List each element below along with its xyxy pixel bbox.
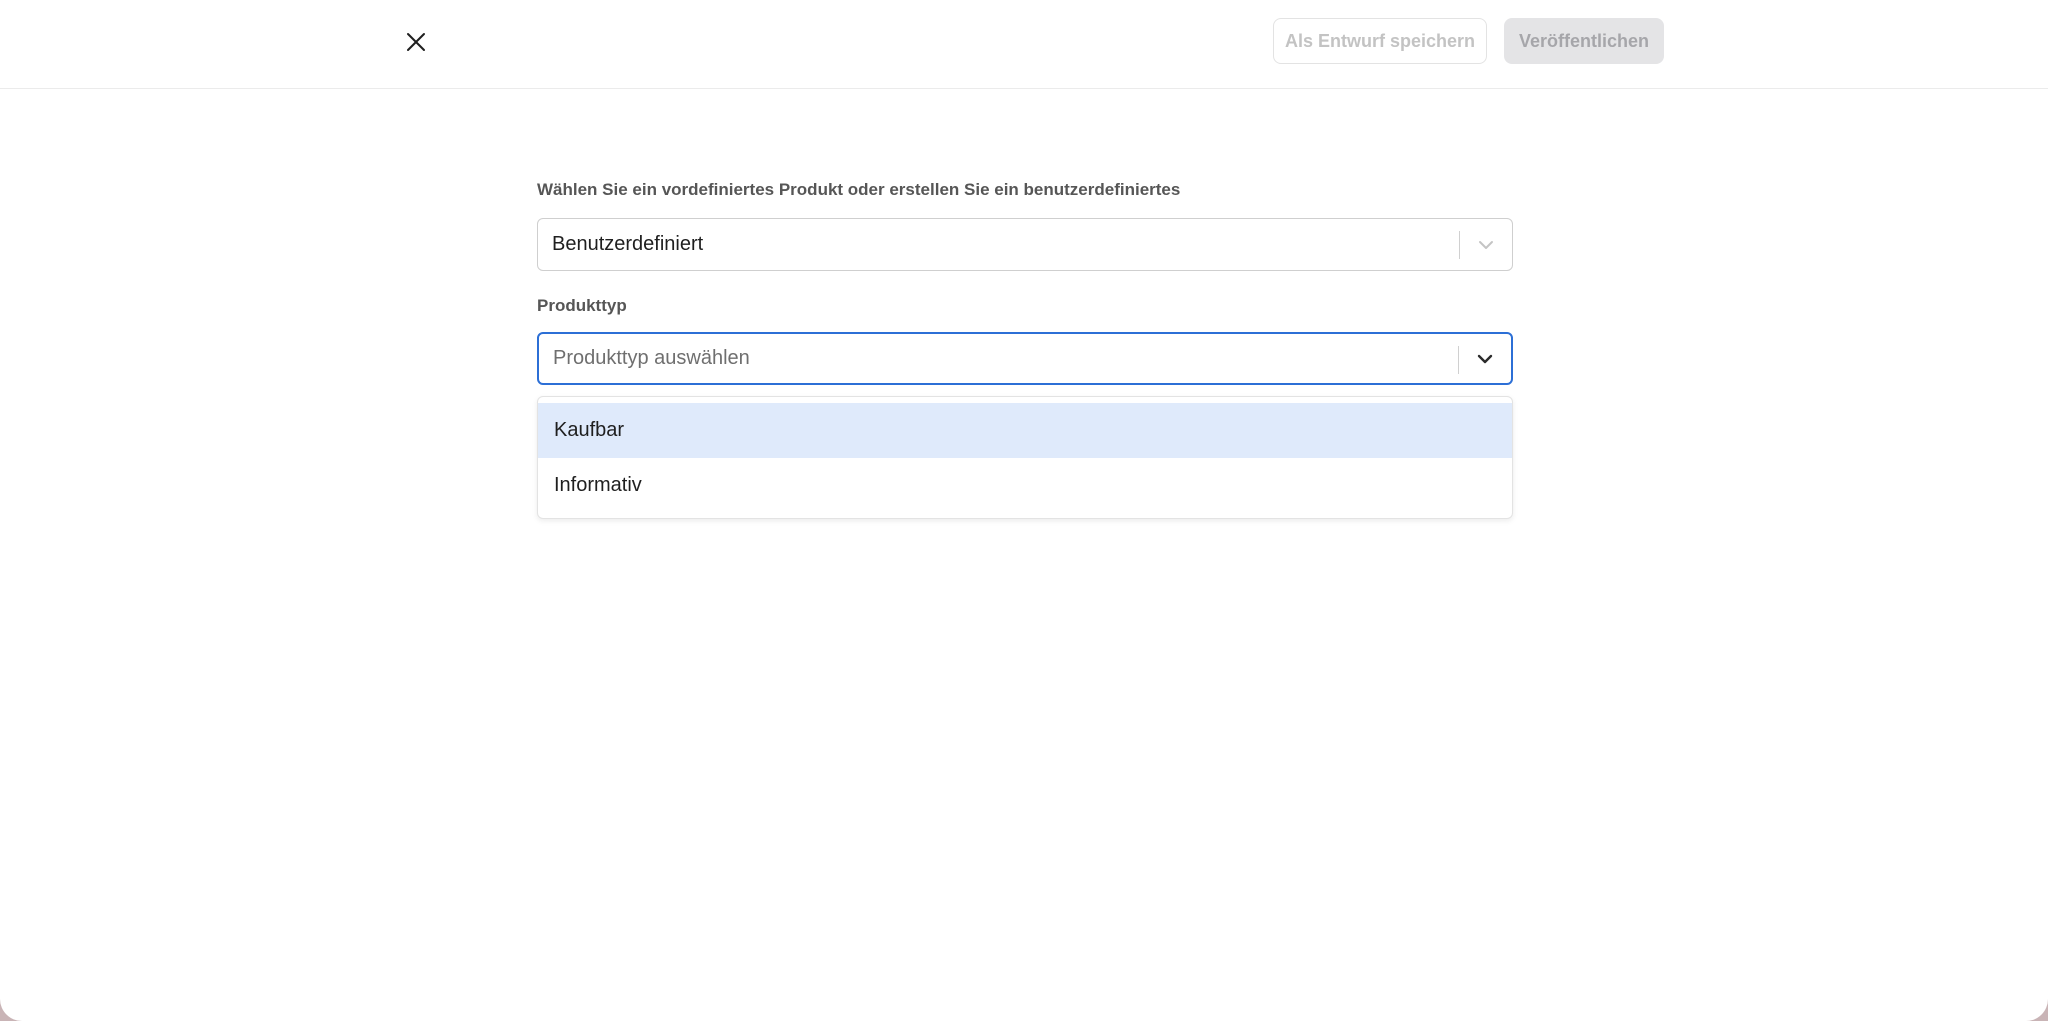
option-kaufbar[interactable]: Kaufbar [538, 403, 1512, 458]
close-button[interactable] [396, 22, 436, 62]
chevron-down-icon [1477, 354, 1493, 363]
save-draft-button[interactable]: Als Entwurf speichern [1273, 18, 1487, 64]
top-bar: Als Entwurf speichern Veröffentlichen [0, 0, 2048, 89]
option-informativ[interactable]: Informativ [538, 458, 1512, 513]
product-select-toggle[interactable] [1470, 219, 1502, 270]
product-select-label: Wählen Sie ein vordefiniertes Produkt od… [537, 180, 1181, 199]
product-type-label: Produkttyp [537, 296, 627, 315]
select-separator [1459, 231, 1460, 259]
product-type-select[interactable]: Produkttyp auswählen [537, 332, 1513, 385]
chevron-down-icon [1479, 240, 1493, 249]
editor-window: Als Entwurf speichern Veröffentlichen Wä… [0, 0, 2048, 1021]
product-select-value: Benutzerdefiniert [552, 233, 704, 255]
product-type-placeholder: Produkttyp auswählen [553, 347, 750, 369]
publish-button[interactable]: Veröffentlichen [1504, 18, 1664, 64]
product-select[interactable]: Benutzerdefiniert [537, 218, 1513, 271]
close-icon [407, 33, 425, 51]
product-type-dropdown-menu: Kaufbar Informativ [537, 396, 1513, 519]
select-separator [1458, 346, 1459, 374]
product-type-select-toggle[interactable] [1469, 334, 1501, 383]
